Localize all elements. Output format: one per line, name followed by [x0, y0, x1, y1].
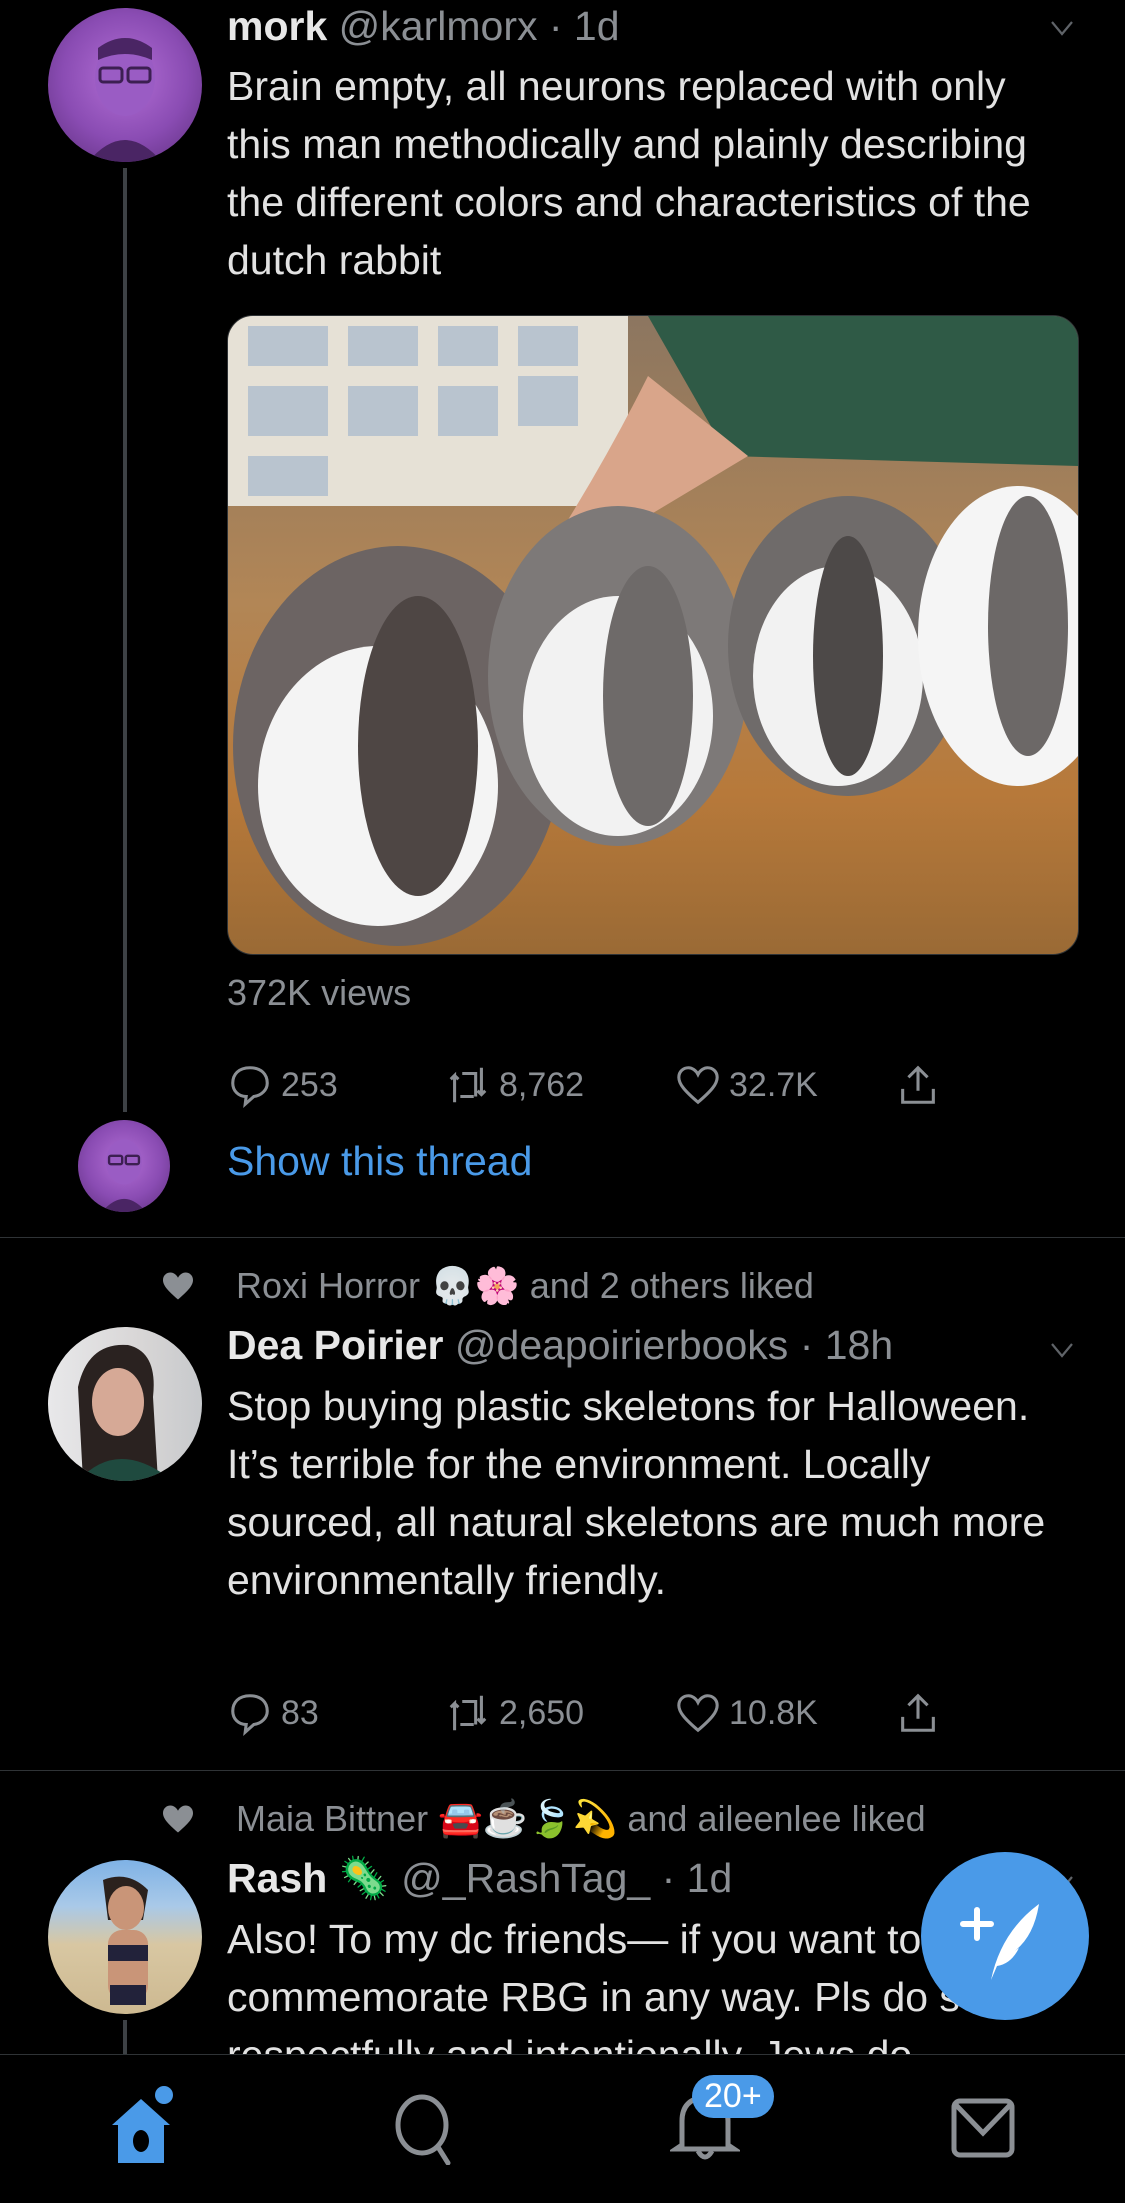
search-icon: [395, 2094, 451, 2166]
liker-name: Maia Bittner: [236, 1798, 429, 1839]
divider: [0, 1770, 1125, 1771]
liker-emojis: 💀🌸: [430, 1265, 520, 1306]
compose-feather-icon: [960, 1904, 1039, 1980]
name-emoji: 🦠: [338, 1855, 390, 1901]
heart-icon: [677, 1066, 719, 1105]
chevron-down-icon[interactable]: [1050, 1338, 1074, 1362]
display-name[interactable]: Rash: [227, 1855, 327, 1901]
avatar-face-icon: [101, 1139, 147, 1212]
tweet-header: Dea Poirier @deapoirierbooks · 18h: [227, 1319, 893, 1371]
retweet-icon: [449, 1695, 487, 1731]
handle[interactable]: @deapoirierbooks: [455, 1322, 788, 1368]
mail-icon: [951, 2098, 1015, 2158]
social-context-text: and 2 others liked: [529, 1265, 814, 1306]
liker-emojis: 🚘☕🍃💫: [438, 1798, 618, 1839]
tab-home[interactable]: [106, 2085, 176, 2163]
like-button[interactable]: 32.7K: [675, 1062, 818, 1108]
tab-search[interactable]: [390, 2085, 460, 2166]
timestamp: · 1d: [661, 1855, 733, 1901]
share-button[interactable]: [895, 1062, 941, 1108]
retweet-icon: [449, 1067, 487, 1103]
reply-icon: [231, 1694, 269, 1736]
share-button[interactable]: [895, 1690, 941, 1736]
share-icon: [901, 1065, 935, 1104]
view-count: 372K views: [227, 972, 412, 1013]
liker-name: Roxi Horror: [236, 1265, 421, 1306]
retweet-button[interactable]: 2,650: [445, 1690, 584, 1736]
tweet-actions: 253 8,762 32.7K: [227, 1062, 1027, 1112]
compose-tweet-button[interactable]: [921, 1852, 1089, 2020]
tweet-header: Rash 🦠 @_RashTag_ · 1d: [227, 1852, 732, 1904]
avatar-person-icon: [78, 1344, 173, 1481]
tweet-header: mork @karlmorx · 1d: [227, 0, 620, 52]
social-context[interactable]: Maia Bittner 🚘☕🍃💫 and aileenlee liked: [160, 1798, 926, 1840]
avatar[interactable]: [48, 1327, 202, 1481]
retweet-count: 2,650: [499, 1693, 585, 1732]
avatar-person-icon: [103, 1876, 148, 2005]
heart-filled-icon: [163, 1805, 193, 1833]
social-context[interactable]: Roxi Horror 💀🌸 and 2 others liked: [160, 1265, 814, 1307]
like-count: 32.7K: [729, 1065, 818, 1104]
tweet-actions: 83 2,650 10.8K: [227, 1690, 1027, 1740]
display-name[interactable]: Dea Poirier: [227, 1322, 444, 1368]
reply-button[interactable]: 253: [227, 1062, 338, 1108]
show-thread-link[interactable]: Show this thread: [227, 1138, 532, 1185]
tweet-media[interactable]: [227, 315, 1079, 955]
tab-notifications[interactable]: 20+: [667, 2075, 774, 2160]
thread-avatar[interactable]: [78, 1120, 170, 1212]
tweet-text: Brain empty, all neurons replaced with o…: [227, 63, 1031, 283]
avatar-face-icon: [88, 38, 162, 162]
tab-messages[interactable]: [950, 2085, 1020, 2158]
thread-line: [123, 168, 127, 1112]
reply-count: 253: [281, 1065, 338, 1104]
chevron-down-icon[interactable]: [1050, 16, 1074, 40]
display-name[interactable]: mork: [227, 3, 327, 49]
tweet-text: Stop buying plastic skeletons for Hallow…: [227, 1383, 1046, 1603]
social-context-text: and aileenlee liked: [627, 1798, 926, 1839]
handle[interactable]: @_RashTag_: [401, 1855, 650, 1901]
like-button[interactable]: 10.8K: [675, 1690, 818, 1736]
heart-icon: [677, 1694, 719, 1733]
divider: [0, 1237, 1125, 1238]
reply-count: 83: [281, 1693, 319, 1732]
play-area[interactable]: [228, 316, 1078, 954]
heart-filled-icon: [163, 1272, 193, 1300]
timestamp: · 1d: [548, 3, 620, 49]
avatar[interactable]: [48, 1860, 202, 2014]
retweet-button[interactable]: 8,762: [445, 1062, 584, 1108]
avatar[interactable]: [48, 8, 202, 162]
notification-badge: 20+: [692, 2075, 774, 2118]
reply-icon: [231, 1066, 269, 1108]
handle[interactable]: @karlmorx: [339, 3, 538, 49]
home-icon: [112, 2086, 173, 2163]
retweet-count: 8,762: [499, 1065, 585, 1104]
share-icon: [901, 1693, 935, 1732]
like-count: 10.8K: [729, 1693, 818, 1732]
timestamp: · 18h: [799, 1322, 894, 1368]
thread-line: [123, 2020, 127, 2054]
reply-button[interactable]: 83: [227, 1690, 319, 1736]
bottom-tab-bar: 20+: [0, 2054, 1125, 2203]
